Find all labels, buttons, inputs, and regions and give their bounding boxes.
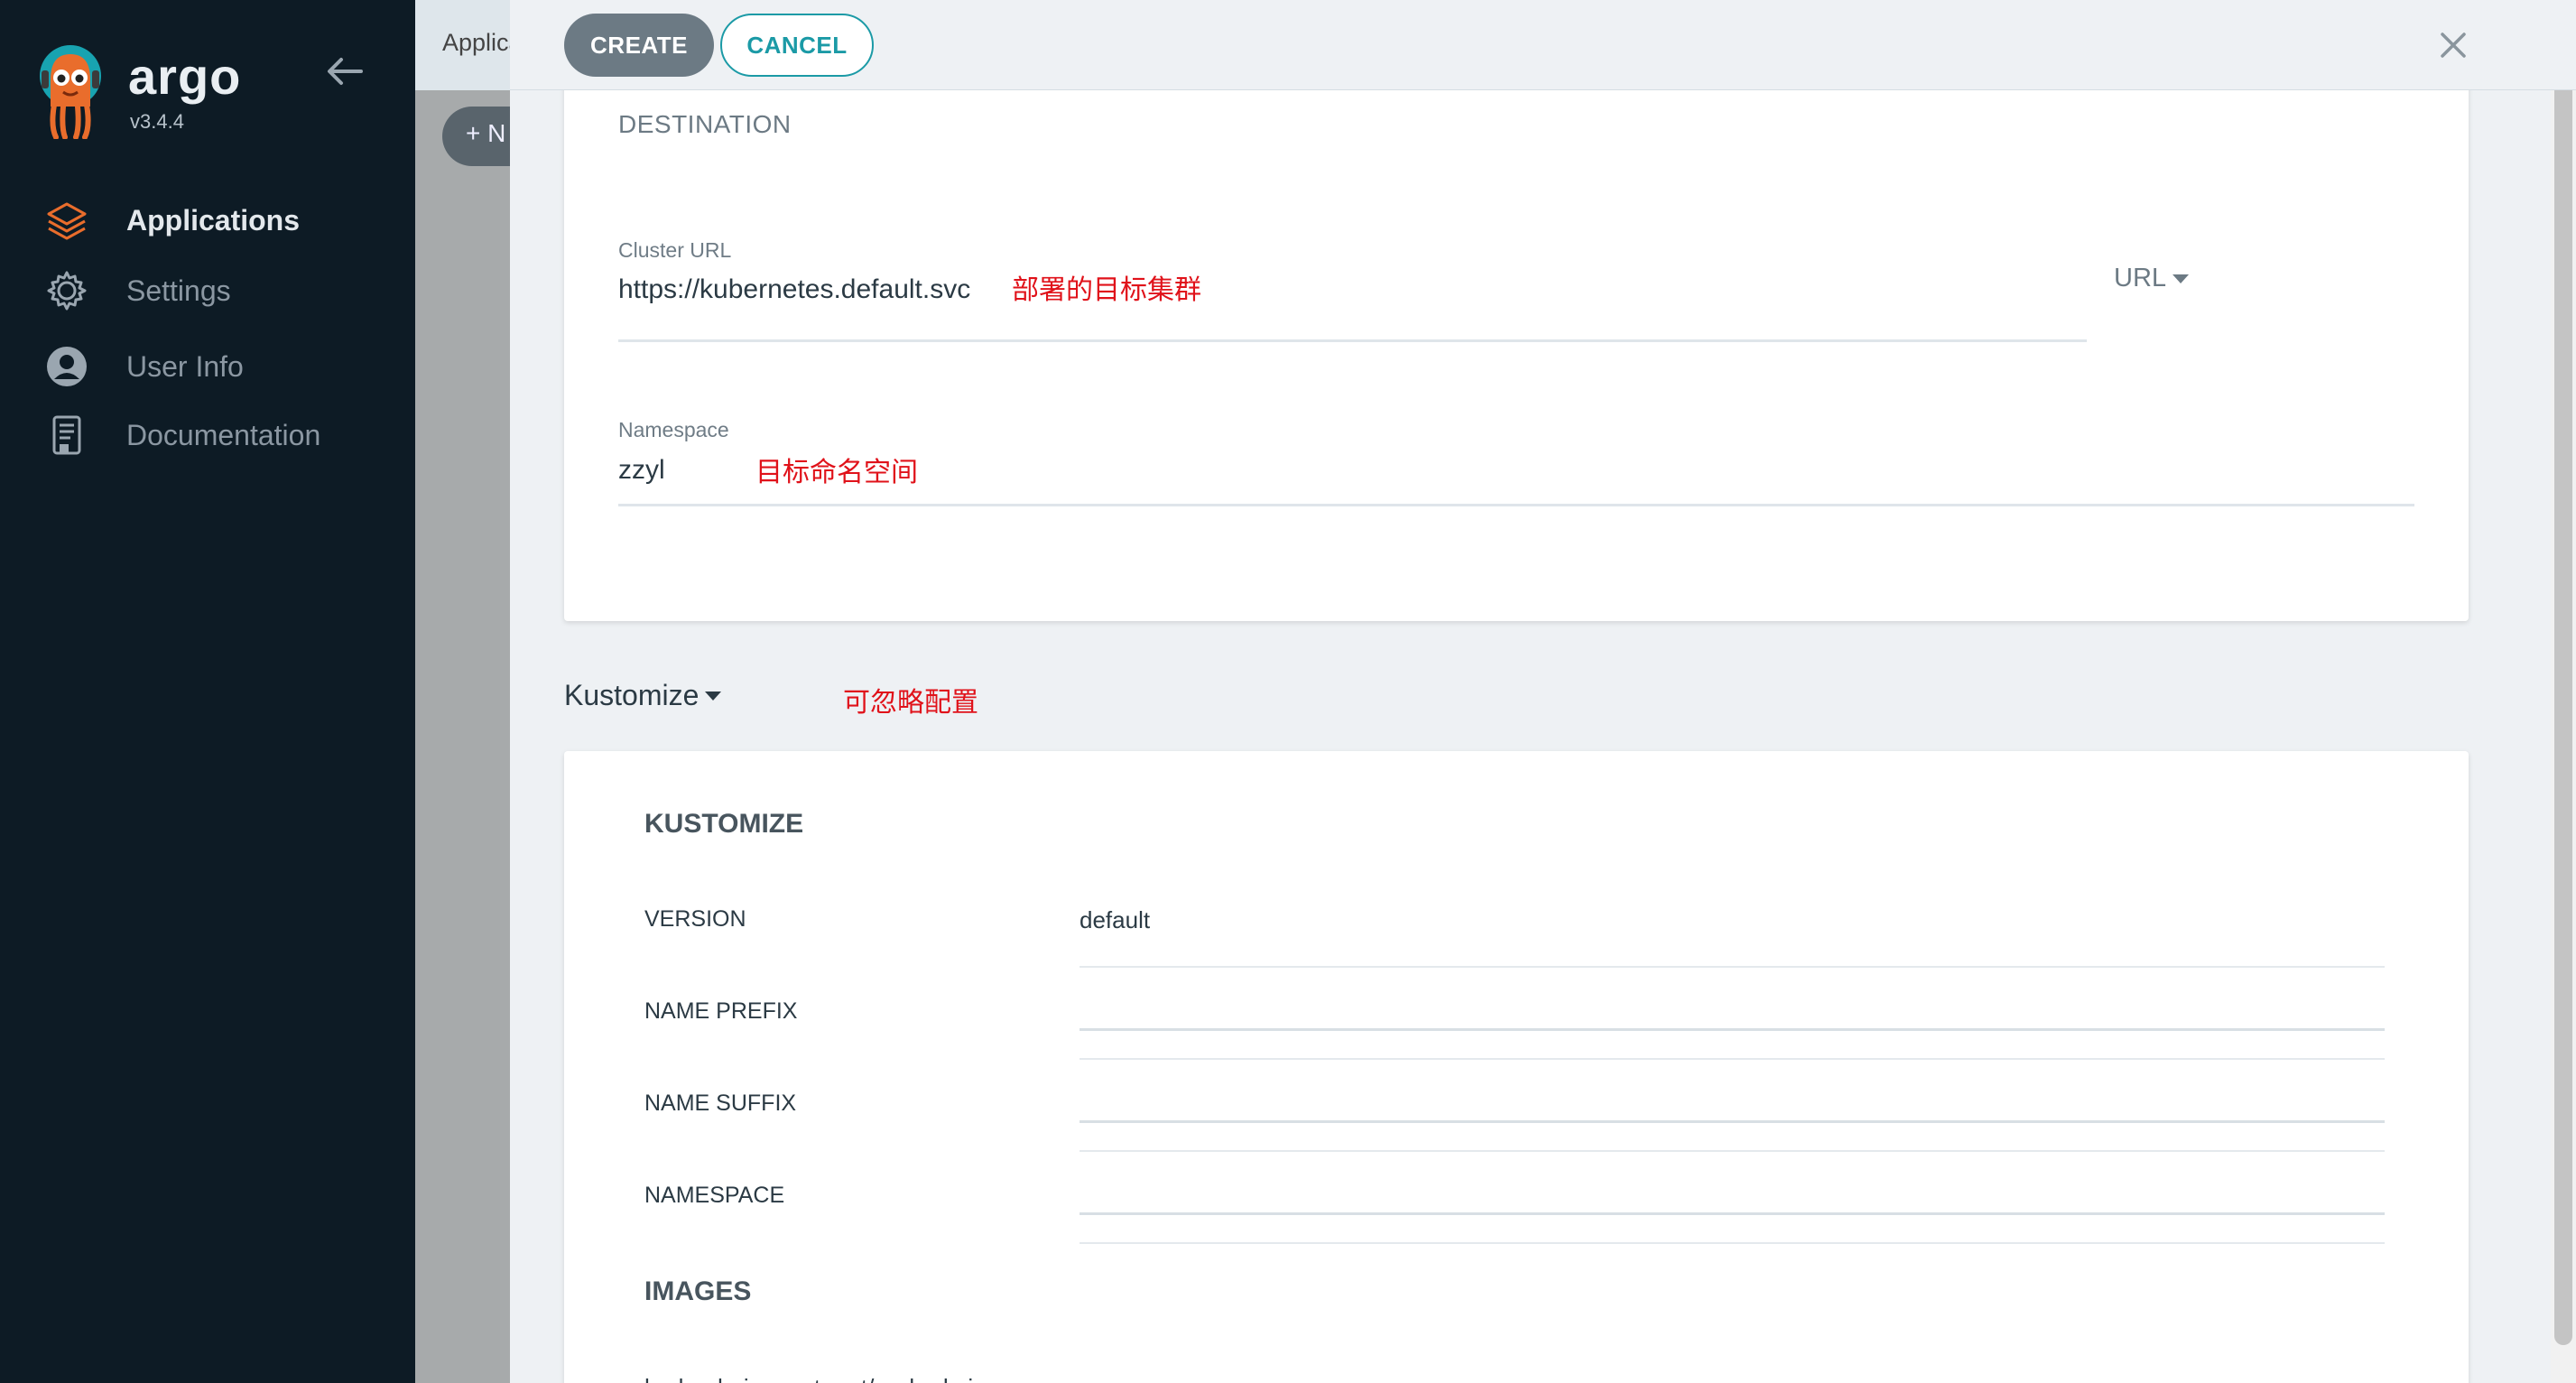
kustomize-dropdown[interactable]: Kustomize (564, 679, 722, 712)
image-entry-partial: harbor.heima.net:port/zzyl-admin... (644, 1374, 1005, 1383)
panel-header: CREATE CANCEL (510, 0, 2576, 90)
destination-heading: DESTINATION (618, 110, 792, 138)
name-prefix-input[interactable] (1080, 977, 2385, 1031)
document-icon (52, 415, 81, 455)
sidebar-item-label: Documentation (126, 418, 321, 451)
sidebar: argo v3.4.4 Applications Settings User I… (0, 0, 415, 1383)
cluster-url-annotation: 部署的目标集群 (1012, 275, 1201, 305)
namespace-row-label: NAMESPACE (644, 1183, 785, 1208)
sidebar-item-label: User Info (126, 349, 244, 383)
images-heading: IMAGES (644, 1276, 752, 1306)
sidebar-item-applications[interactable]: Applications (43, 193, 404, 247)
collapse-sidebar-arrow-icon[interactable] (325, 56, 365, 87)
user-circle-icon (47, 347, 87, 386)
row-divider (1080, 1242, 2385, 1244)
kustomize-card: KUSTOMIZE VERSION default NAME PREFIX NA… (564, 751, 2469, 1383)
cluster-url-underline (618, 339, 2087, 342)
cluster-url-input[interactable]: https://kubernetes.default.svc (618, 274, 970, 305)
namespace-annotation: 目标命名空间 (755, 458, 918, 487)
version-row-label: VERSION (644, 906, 746, 932)
kustomize-annotation: 可忽略配置 (843, 688, 978, 718)
cancel-button[interactable]: CANCEL (720, 14, 874, 77)
layers-icon (47, 202, 87, 240)
namespace-underline (618, 504, 2414, 506)
gear-icon (47, 271, 87, 311)
sidebar-item-settings[interactable]: Settings (43, 264, 404, 318)
brand-name: argo (128, 48, 242, 105)
sidebar-item-label: Applications (126, 203, 301, 237)
name-suffix-input[interactable] (1080, 1069, 2385, 1123)
kustomize-namespace-input[interactable] (1080, 1161, 2385, 1215)
url-mode-dropdown[interactable]: URL (2114, 264, 2190, 293)
create-application-panel: CREATE CANCEL DESTINATION Cluster URL ht… (510, 0, 2576, 1383)
close-icon[interactable] (2435, 27, 2471, 63)
row-divider (1080, 1150, 2385, 1152)
row-divider (1080, 966, 2385, 968)
create-button[interactable]: CREATE (564, 14, 714, 77)
caret-down-icon (2173, 274, 2190, 283)
sidebar-item-label: Settings (126, 274, 231, 307)
destination-card: DESTINATION Cluster URL https://kubernet… (564, 54, 2469, 621)
name-prefix-row-label: NAME PREFIX (644, 998, 798, 1024)
caret-down-icon (705, 691, 722, 701)
kustomize-toggle-label: Kustomize (564, 679, 700, 711)
kustomize-heading: KUSTOMIZE (644, 809, 804, 839)
name-suffix-row-label: NAME SUFFIX (644, 1091, 797, 1116)
page-scroll-thumb[interactable] (2554, 45, 2572, 1345)
row-divider (1080, 1058, 2385, 1060)
sidebar-item-user-info[interactable]: User Info (43, 339, 404, 394)
url-mode-label: URL (2114, 264, 2167, 292)
sidebar-item-documentation[interactable]: Documentation (43, 408, 404, 462)
namespace-label: Namespace (618, 418, 729, 441)
cluster-url-label: Cluster URL (618, 238, 732, 262)
namespace-input[interactable]: zzyl (618, 455, 665, 486)
page-scrollbar[interactable] (2551, 0, 2576, 1383)
kustomize-version-select[interactable]: default (1080, 906, 1150, 934)
version-label: v3.4.4 (130, 110, 184, 133)
argo-octopus-logo (40, 45, 101, 139)
